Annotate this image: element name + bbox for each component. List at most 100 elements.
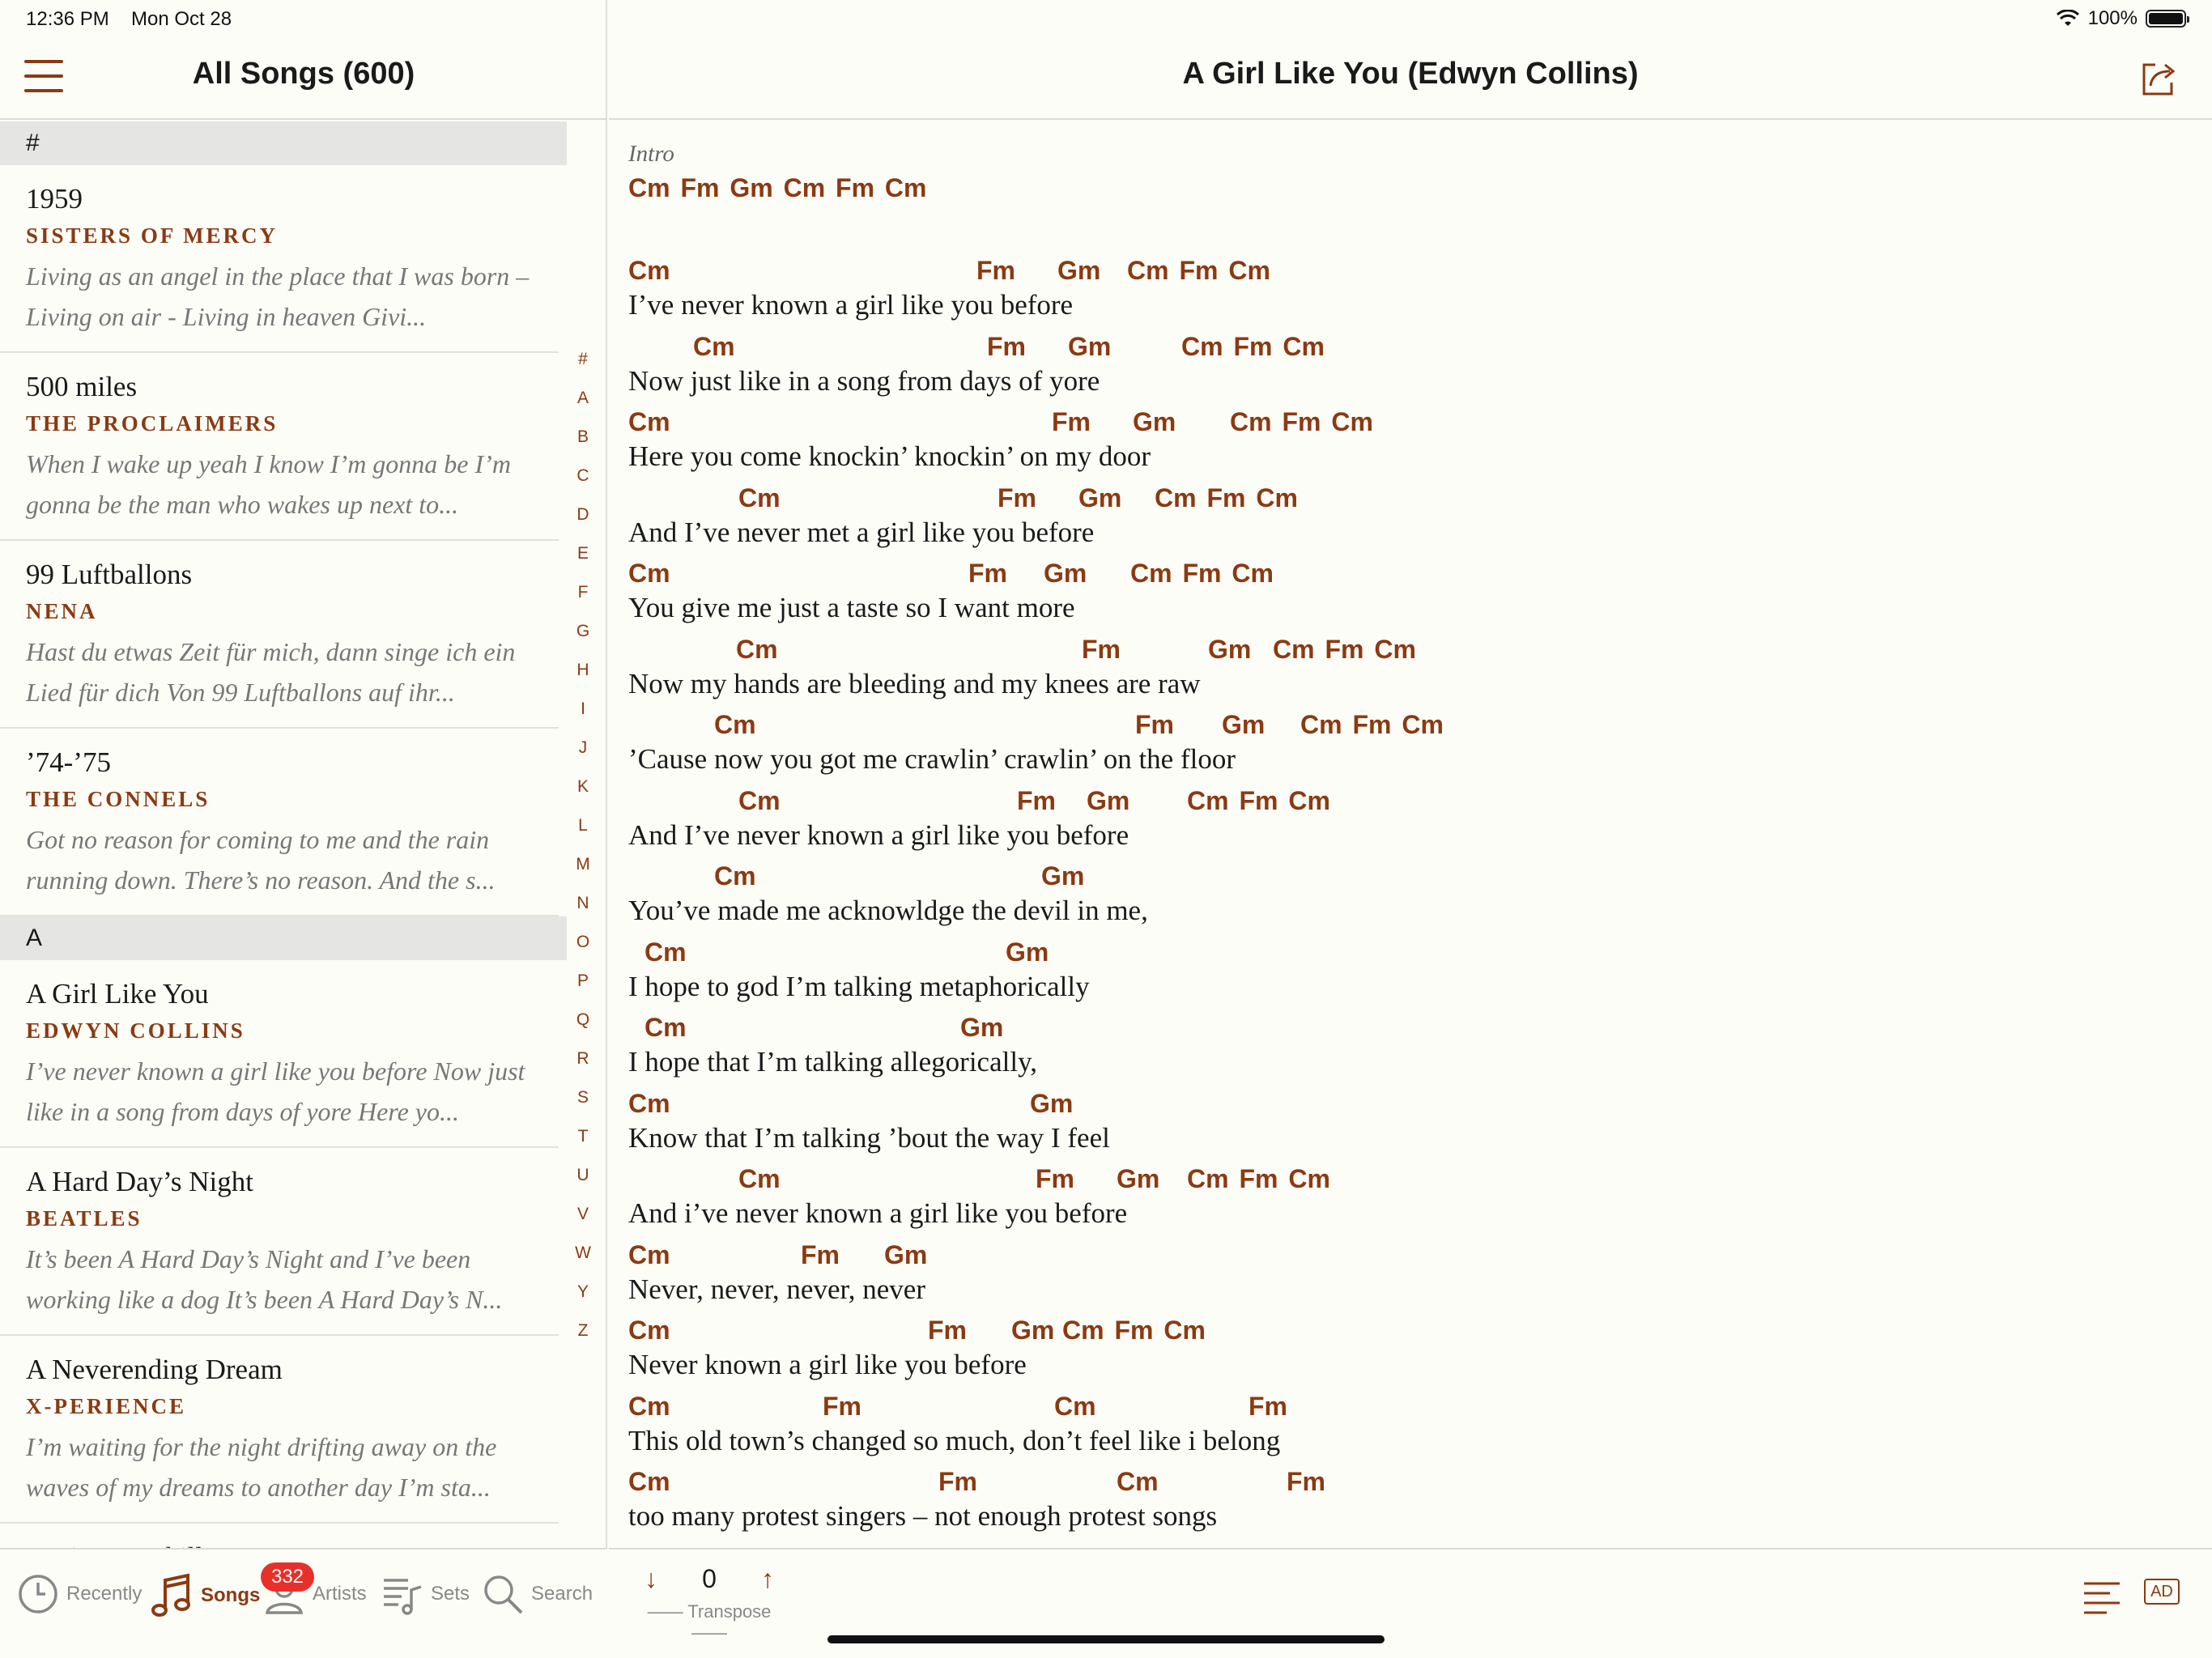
index-letter[interactable]: G xyxy=(567,612,599,651)
index-letter[interactable]: # xyxy=(567,340,599,379)
index-letter[interactable]: C xyxy=(567,457,599,495)
chord[interactable]: Cm xyxy=(1054,1392,1096,1422)
chord[interactable]: Cm Fm Cm xyxy=(1187,1164,1330,1194)
chord[interactable]: Cm xyxy=(693,332,735,362)
song-list-item[interactable]: 99 Luftballons NENA Hast du etwas Zeit für… xyxy=(0,541,559,729)
alphabet-index[interactable]: # A B C D E F G H I J K L M N O P Q R S T U V W Y Z xyxy=(567,340,599,1350)
chord[interactable]: Gm xyxy=(1087,786,1129,816)
index-letter[interactable]: T xyxy=(567,1117,599,1156)
chord[interactable]: Cm xyxy=(738,483,781,513)
song-list-item[interactable]: A Girl Like You EDWYN COLLINS I’ve never k… xyxy=(0,960,559,1148)
chord[interactable]: Gm xyxy=(1011,1316,1054,1346)
chord[interactable]: Cm Fm Cm xyxy=(1181,332,1325,362)
chord[interactable]: Cm Fm Cm xyxy=(1062,1316,1206,1346)
index-letter[interactable]: J xyxy=(567,729,599,767)
index-letter[interactable]: I xyxy=(567,690,599,729)
chord[interactable]: Fm xyxy=(938,1467,977,1497)
chord[interactable]: Fm xyxy=(1082,635,1121,665)
share-icon[interactable] xyxy=(2139,58,2180,99)
chord[interactable]: Cm xyxy=(738,1164,781,1194)
chord[interactable]: Cm Fm Cm xyxy=(1300,710,1444,740)
index-letter[interactable]: A xyxy=(567,379,599,418)
index-letter[interactable]: K xyxy=(567,767,599,806)
chord[interactable]: Cm xyxy=(628,559,670,589)
chord[interactable]: Gm xyxy=(1030,1089,1073,1119)
index-letter[interactable]: P xyxy=(567,962,599,1001)
chord[interactable]: Cm xyxy=(628,256,670,286)
index-letter[interactable]: V xyxy=(567,1195,599,1234)
chord[interactable]: Gm xyxy=(1006,937,1049,967)
chord[interactable]: Gm xyxy=(1078,483,1121,513)
chord[interactable]: Fm xyxy=(1017,786,1056,816)
chord[interactable]: Fm xyxy=(976,256,1015,286)
chord[interactable]: Fm xyxy=(1052,407,1091,437)
transpose-up-button[interactable]: ↑ xyxy=(761,1564,774,1594)
song-list-item[interactable]: A Neverending Dream X-PERIENCE I’m waiting… xyxy=(0,1336,559,1524)
song-list-item[interactable]: 1959 SISTERS OF MERCY Living as an angel i… xyxy=(0,165,559,353)
chord[interactable]: Gm xyxy=(1041,861,1084,891)
index-letter[interactable]: R xyxy=(567,1039,599,1078)
intro-chords[interactable]: Cm Fm Gm Cm Fm Cm xyxy=(628,173,2167,214)
chord-sheet[interactable]: Intro Cm Fm Gm Cm Fm Cm Cm Fm Gm Cm Fm Cm I’… xyxy=(628,121,2167,1548)
chord[interactable]: Cm Fm Cm xyxy=(1273,635,1416,665)
chord[interactable]: Cm xyxy=(628,1392,670,1422)
index-letter[interactable]: B xyxy=(567,418,599,457)
tab-sets[interactable]: Sets xyxy=(381,1572,470,1616)
chord[interactable]: Fm xyxy=(968,559,1007,589)
chord[interactable]: Gm xyxy=(1208,635,1251,665)
chord[interactable]: Cm xyxy=(628,1316,670,1346)
song-list-item[interactable]: A Vista to a kill xyxy=(0,1524,559,1548)
index-letter[interactable]: D xyxy=(567,495,599,534)
chord[interactable]: Gm xyxy=(1044,559,1087,589)
chord[interactable]: Gm xyxy=(1068,332,1111,362)
chord[interactable]: Fm xyxy=(1287,1467,1325,1497)
index-letter[interactable]: O xyxy=(567,923,599,962)
index-letter[interactable]: E xyxy=(567,534,599,573)
chord[interactable]: Gm xyxy=(960,1013,1003,1043)
index-letter[interactable]: N xyxy=(567,884,599,923)
chord[interactable]: Cm Fm Cm xyxy=(1127,256,1270,286)
chord[interactable]: Gm xyxy=(1222,710,1265,740)
chord[interactable]: Cm xyxy=(1117,1467,1159,1497)
chord[interactable]: Cm Fm Cm xyxy=(1155,483,1298,513)
chord[interactable]: Fm xyxy=(1135,710,1174,740)
index-letter[interactable]: F xyxy=(567,573,599,612)
song-list[interactable]: #1959 SISTERS OF MERCY Living as an angel … xyxy=(0,121,567,1548)
autoscroll-ad-button[interactable]: AD xyxy=(2144,1579,2180,1605)
chord[interactable]: Cm xyxy=(644,1013,687,1043)
chord[interactable]: Fm xyxy=(823,1392,861,1422)
chord[interactable]: Fm xyxy=(1249,1392,1287,1422)
index-letter[interactable]: L xyxy=(567,806,599,845)
chord[interactable]: Cm xyxy=(644,937,687,967)
song-list-item[interactable]: ’74-’75 THE CONNELS Got no reason for comi… xyxy=(0,729,559,916)
chord[interactable]: Fm xyxy=(928,1316,967,1346)
chord[interactable]: Fm xyxy=(801,1240,840,1270)
chord[interactable]: Cm Fm Cm xyxy=(1187,786,1330,816)
index-letter[interactable]: H xyxy=(567,651,599,690)
index-letter[interactable]: Z xyxy=(567,1312,599,1350)
song-list-item[interactable]: A Hard Day’s Night BEATLES It’s been A Har… xyxy=(0,1148,559,1336)
transpose-down-button[interactable]: ↓ xyxy=(644,1564,657,1594)
chord[interactable]: Gm xyxy=(1133,407,1176,437)
text-align-icon[interactable] xyxy=(2082,1580,2121,1616)
index-letter[interactable]: S xyxy=(567,1078,599,1117)
index-letter[interactable]: W xyxy=(567,1234,599,1273)
chord[interactable]: Cm xyxy=(628,407,670,437)
chord[interactable]: Cm xyxy=(714,710,756,740)
chord[interactable]: Cm Fm Cm xyxy=(1130,559,1274,589)
chord[interactable]: Cm Fm Cm xyxy=(1230,407,1373,437)
chord[interactable]: Cm xyxy=(628,1089,670,1119)
chord[interactable]: Cm xyxy=(736,635,778,665)
index-letter[interactable]: U xyxy=(567,1156,599,1195)
chord[interactable]: Cm xyxy=(738,786,781,816)
chord[interactable]: Fm xyxy=(1036,1164,1074,1194)
chord[interactable]: Gm xyxy=(1057,256,1100,286)
chord[interactable]: Gm xyxy=(1117,1164,1159,1194)
tab-search[interactable]: Search xyxy=(481,1572,593,1616)
index-letter[interactable]: Q xyxy=(567,1001,599,1039)
chord[interactable]: Gm xyxy=(884,1240,927,1270)
index-letter[interactable]: Y xyxy=(567,1273,599,1312)
chord[interactable]: Cm xyxy=(628,1240,670,1270)
chord[interactable]: Fm xyxy=(987,332,1026,362)
chord[interactable]: Cm xyxy=(628,1467,670,1497)
